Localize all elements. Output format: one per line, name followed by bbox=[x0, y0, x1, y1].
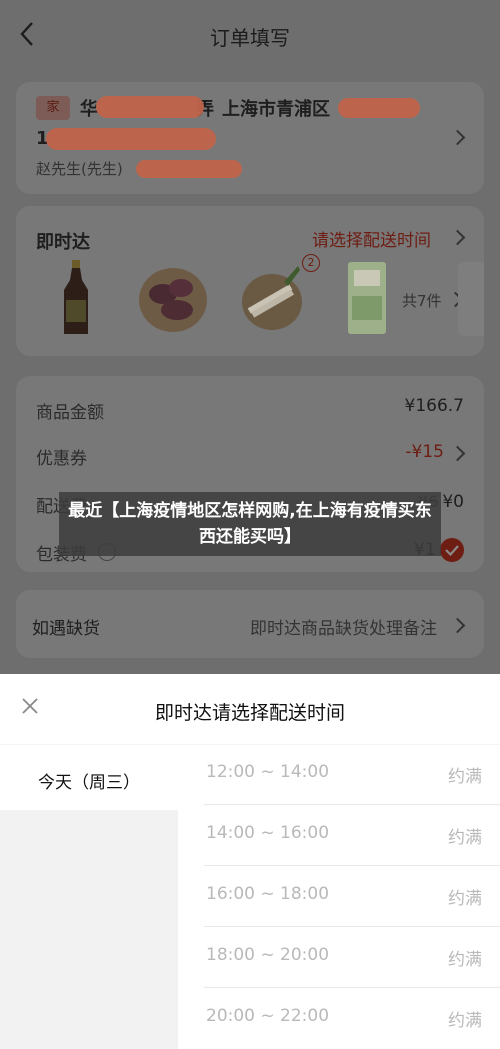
checkbox-checked-icon[interactable] bbox=[440, 538, 464, 562]
shortage-label: 如遇缺货 bbox=[32, 619, 100, 639]
slot-status: 约满 bbox=[448, 828, 482, 848]
soy-sauce-image bbox=[64, 260, 88, 334]
rice-bag-image bbox=[348, 262, 386, 334]
sweet-potato-image bbox=[139, 268, 207, 332]
slot-time: 12:00 ~ 14:00 bbox=[206, 762, 330, 782]
banner-text: 最近【上海疫情地区怎样网购,在上海有疫情买东西还能买吗】 bbox=[68, 501, 432, 547]
delivery-fee-value: ¥0 bbox=[442, 492, 464, 512]
time-slot[interactable]: 14:00 ~ 16:00 约满 bbox=[204, 805, 500, 866]
slot-status: 约满 bbox=[448, 950, 482, 970]
day-label: 今天（周三） bbox=[38, 773, 140, 793]
page-title: 订单填写 bbox=[210, 26, 290, 50]
subtotal-label: 商品金额 bbox=[36, 403, 104, 423]
scallion-image bbox=[242, 266, 302, 330]
coupon-value[interactable]: -¥15 bbox=[405, 442, 444, 462]
redaction-mark bbox=[46, 128, 216, 150]
address-line1: 上海市青浦区 bbox=[222, 99, 330, 120]
day-tab-today[interactable]: 今天（周三） bbox=[0, 752, 178, 808]
address-tag: 家 bbox=[36, 96, 70, 120]
time-slot[interactable]: 18:00 ~ 20:00 约满 bbox=[204, 927, 500, 988]
slot-status: 约满 bbox=[448, 1011, 482, 1031]
subtotal-value: ¥166.7 bbox=[404, 396, 464, 416]
item-count-badge: 2 bbox=[302, 254, 320, 272]
slot-time: 20:00 ~ 22:00 bbox=[206, 1006, 330, 1026]
delivery-title: 即时达 bbox=[36, 232, 90, 253]
slot-status: 约满 bbox=[448, 767, 482, 787]
slot-time: 16:00 ~ 18:00 bbox=[206, 884, 330, 904]
nav-bar: 订单填写 bbox=[0, 0, 500, 68]
slot-time: 14:00 ~ 16:00 bbox=[206, 823, 330, 843]
order-page: 订单填写 家 华 弄 上海市青浦区 1 赵先生(先生) 即时达 请选择配送时间 … bbox=[0, 0, 500, 674]
slot-time: 18:00 ~ 20:00 bbox=[206, 945, 330, 965]
time-slot[interactable]: 16:00 ~ 18:00 约满 bbox=[204, 866, 500, 927]
coupon-label: 优惠券 bbox=[36, 449, 87, 469]
list-fade bbox=[458, 262, 484, 336]
redaction-mark bbox=[96, 96, 204, 118]
redaction-mark bbox=[136, 160, 242, 178]
contact-name: 赵先生(先生) bbox=[36, 160, 123, 178]
time-slot[interactable]: 20:00 ~ 22:00 约满 bbox=[204, 988, 500, 1048]
sheet-title: 即时达请选择配送时间 bbox=[154, 702, 345, 724]
select-time-link[interactable]: 请选择配送时间 bbox=[312, 226, 431, 251]
day-column bbox=[0, 810, 178, 1049]
slot-status: 约满 bbox=[448, 889, 482, 909]
time-picker-sheet: 即时达请选择配送时间 今天（周三） 12:00 ~ 14:00 约满 14:00… bbox=[0, 674, 500, 1049]
time-slot[interactable]: 12:00 ~ 14:00 约满 bbox=[204, 744, 500, 805]
shortage-value: 即时达商品缺货处理备注 bbox=[250, 619, 437, 639]
article-banner: 最近【上海疫情地区怎样网购,在上海有疫情买东西还能买吗】 bbox=[59, 492, 441, 556]
item-total[interactable]: 共7件 bbox=[402, 290, 442, 311]
redaction-mark bbox=[338, 98, 420, 118]
